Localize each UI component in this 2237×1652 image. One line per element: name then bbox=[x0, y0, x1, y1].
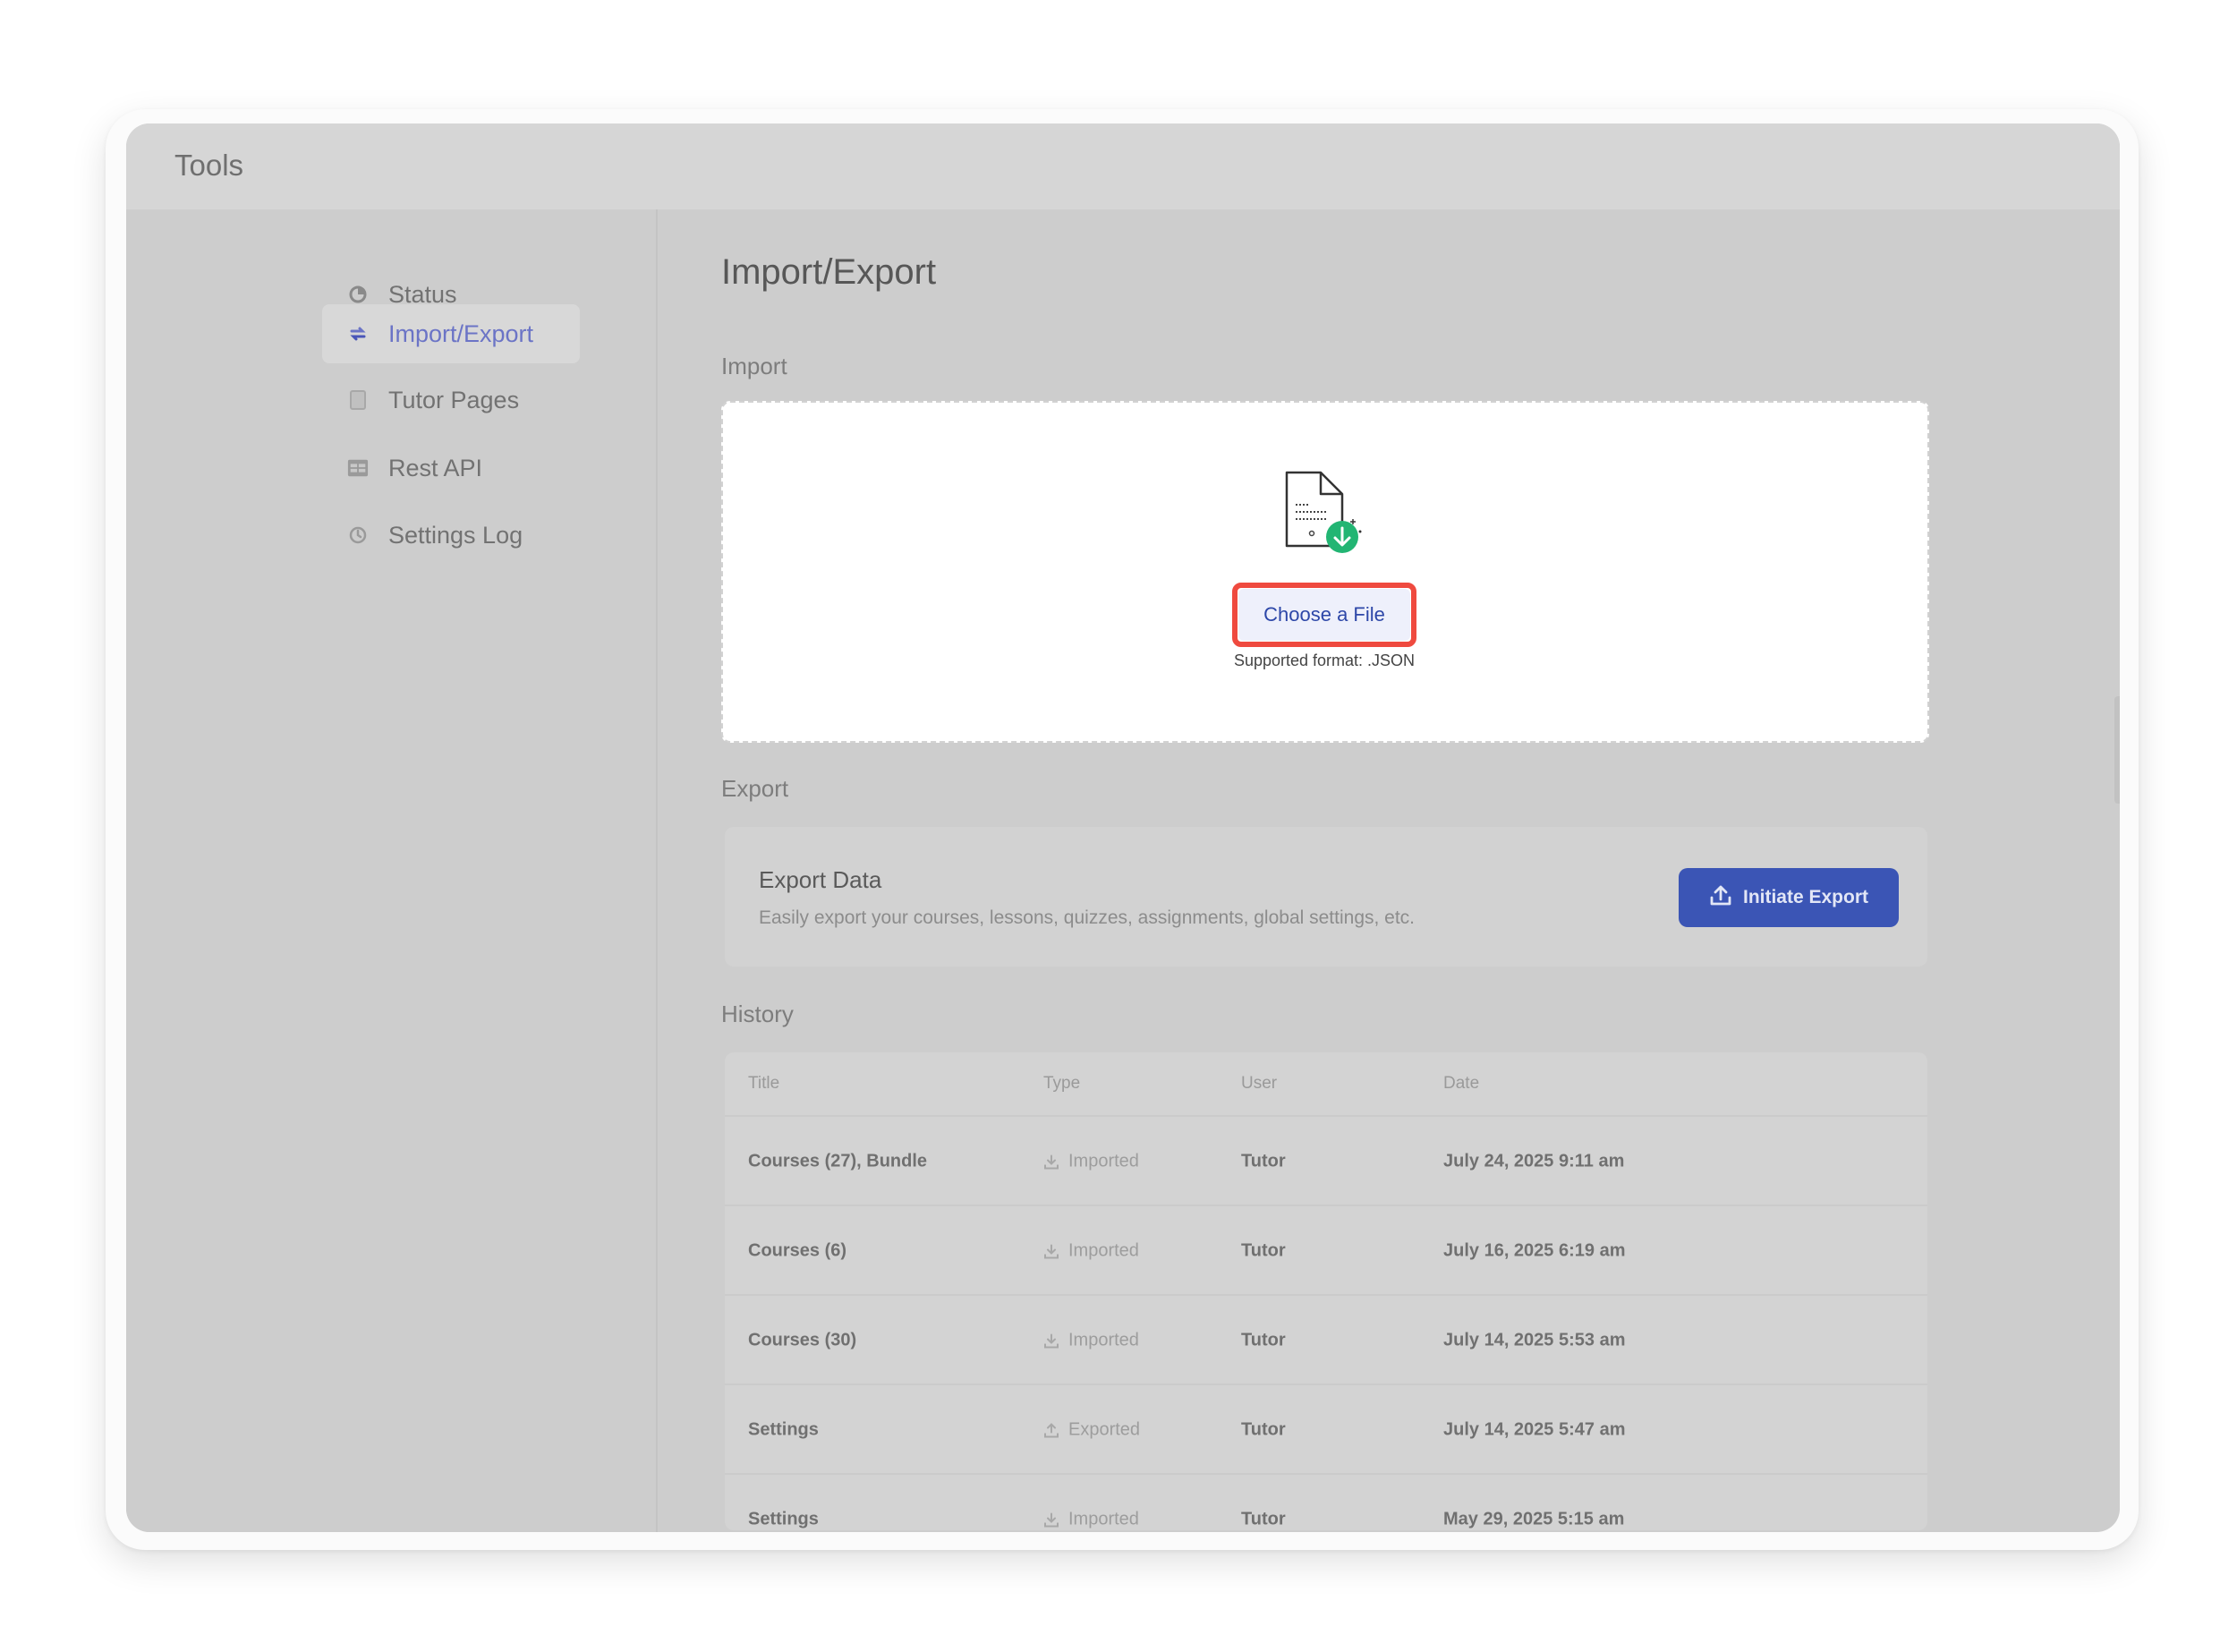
page-title: Import/Export bbox=[721, 252, 937, 292]
import-section-label: Import bbox=[721, 353, 787, 379]
sidebar-item-settings-log[interactable]: Settings Log bbox=[322, 506, 580, 565]
status-icon bbox=[347, 284, 369, 305]
import-icon bbox=[1044, 1512, 1059, 1527]
row-user: Tutor bbox=[1241, 1419, 1286, 1440]
pages-icon bbox=[347, 389, 369, 411]
sidebar-item-tutor-pages[interactable]: Tutor Pages bbox=[322, 370, 580, 430]
row-title: Courses (27), Bundle bbox=[748, 1151, 928, 1171]
row-type: Imported bbox=[1043, 1152, 1139, 1172]
row-user: Tutor bbox=[1241, 1240, 1286, 1261]
top-bar: Tools bbox=[126, 123, 2120, 209]
sidebar-item-label: Settings Log bbox=[388, 521, 523, 549]
history-icon bbox=[347, 524, 369, 546]
table-row[interactable]: Settings Imported Tutor May 29, 2025 5:1… bbox=[725, 1473, 1927, 1530]
sidebar-item-label: Tutor Pages bbox=[388, 386, 520, 413]
history-section-label: History bbox=[721, 1001, 794, 1027]
row-date: May 29, 2025 5:15 am bbox=[1443, 1509, 1625, 1529]
row-user: Tutor bbox=[1241, 1151, 1286, 1171]
initiate-export-button[interactable]: Initiate Export bbox=[1679, 868, 1899, 927]
row-date: July 16, 2025 6:19 am bbox=[1443, 1240, 1626, 1261]
import-icon bbox=[1044, 1154, 1059, 1169]
export-card-title: Export Data bbox=[759, 866, 882, 893]
side-panel-handle[interactable] bbox=[2114, 696, 2120, 804]
export-section-label: Export bbox=[721, 775, 789, 802]
import-dropzone[interactable] bbox=[721, 401, 1929, 743]
initiate-export-label: Initiate Export bbox=[1742, 887, 1869, 907]
export-card-description: Easily export your courses, lessons, qui… bbox=[759, 907, 1416, 928]
row-type: Imported bbox=[1043, 1331, 1139, 1351]
sidebar-item-label: Rest API bbox=[388, 454, 483, 481]
row-title: Settings bbox=[748, 1509, 819, 1529]
export-icon bbox=[1044, 1422, 1059, 1437]
row-type: Imported bbox=[1043, 1510, 1139, 1530]
sidebar-item-rest-api[interactable]: Rest API bbox=[322, 439, 580, 498]
choose-file-button[interactable]: Choose a File bbox=[1238, 589, 1410, 641]
column-header-type: Type bbox=[1043, 1074, 1081, 1093]
api-icon bbox=[347, 457, 369, 479]
row-title: Courses (6) bbox=[748, 1240, 847, 1261]
column-header-title: Title bbox=[748, 1074, 780, 1093]
table-row[interactable]: Courses (6) Imported Tutor July 16, 2025… bbox=[725, 1205, 1927, 1296]
import-export-icon bbox=[347, 323, 369, 345]
row-date: July 14, 2025 5:47 am bbox=[1443, 1419, 1626, 1440]
row-user: Tutor bbox=[1241, 1330, 1286, 1350]
row-date: July 24, 2025 9:11 am bbox=[1443, 1151, 1625, 1171]
row-type: Exported bbox=[1043, 1420, 1140, 1441]
table-row[interactable]: Courses (27), Bundle Imported Tutor July… bbox=[725, 1115, 1927, 1206]
app-title: Tools bbox=[174, 149, 244, 182]
table-header: Title Type User Date bbox=[725, 1052, 1927, 1115]
export-data-card: Export Data Easily export your courses, … bbox=[725, 827, 1927, 967]
upload-icon bbox=[1709, 883, 1732, 912]
table-row[interactable]: Settings Exported Tutor July 14, 2025 5:… bbox=[725, 1384, 1927, 1475]
row-type: Imported bbox=[1043, 1241, 1139, 1262]
import-icon bbox=[1044, 1333, 1059, 1348]
history-table: Title Type User Date Courses (27), Bundl… bbox=[725, 1052, 1927, 1530]
column-header-user: User bbox=[1241, 1074, 1278, 1093]
row-title: Settings bbox=[748, 1419, 819, 1440]
sidebar-item-import-export[interactable]: Import/Export bbox=[322, 304, 580, 363]
supported-format-text: Supported format: .JSON bbox=[1233, 651, 1416, 669]
row-title: Courses (30) bbox=[748, 1330, 857, 1350]
import-icon bbox=[1044, 1244, 1059, 1258]
sidebar-item-label: Import/Export bbox=[388, 319, 534, 347]
table-row[interactable]: Courses (30) Imported Tutor July 14, 202… bbox=[725, 1294, 1927, 1385]
row-user: Tutor bbox=[1241, 1509, 1286, 1529]
column-header-date: Date bbox=[1443, 1074, 1480, 1093]
row-date: July 14, 2025 5:53 am bbox=[1443, 1330, 1626, 1350]
json-file-download-icon bbox=[1281, 469, 1367, 558]
